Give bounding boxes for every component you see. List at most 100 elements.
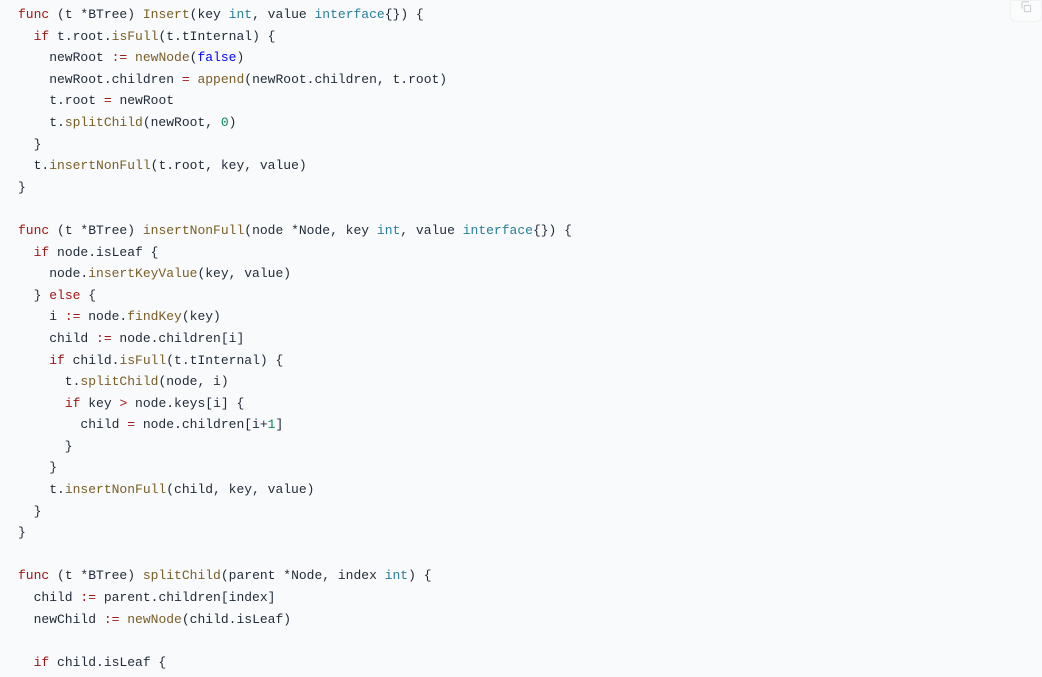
code-token: (child, key, value) [166, 482, 314, 497]
code-token: (key, value) [197, 266, 291, 281]
code-line: newRoot.children = append(newRoot.childr… [18, 72, 447, 87]
code-line: } [18, 504, 41, 519]
code-token: newChild [18, 612, 104, 627]
code-line: t.insertNonFull(child, key, value) [18, 482, 314, 497]
code-token: interface [463, 223, 533, 238]
code-token: (child.isLeaf) [182, 612, 291, 627]
code-line: newRoot := newNode(false) [18, 50, 244, 65]
code-token: node. [80, 309, 127, 324]
code-line: if key > node.keys[i] { [18, 396, 244, 411]
code-token: ) [236, 50, 244, 65]
code-token: Insert [143, 7, 190, 22]
code-line: node.insertKeyValue(key, value) [18, 266, 291, 281]
code-token: t.root [18, 93, 104, 108]
code-token: child [18, 590, 80, 605]
code-line: t.splitChild(newRoot, 0) [18, 115, 236, 130]
code-token [127, 50, 135, 65]
code-token: func [18, 568, 49, 583]
code-line: } [18, 439, 73, 454]
copy-button[interactable] [1010, 0, 1042, 22]
code-line: child := parent.children[index] [18, 590, 275, 605]
code-token: , value [252, 7, 314, 22]
code-token: int [385, 568, 408, 583]
code-line: } [18, 460, 57, 475]
code-token: isFull [119, 353, 166, 368]
code-token: func [18, 223, 49, 238]
code-token: = [104, 93, 112, 108]
code-token: newRoot [18, 50, 112, 65]
code-line: if node.isLeaf { [18, 245, 158, 260]
code-token: node.children[i] [112, 331, 245, 346]
code-token: if [34, 29, 50, 44]
code-token: (t.root, key, value) [151, 158, 307, 173]
code-token: = [127, 417, 135, 432]
code-token: append [197, 72, 244, 87]
code-token: if [65, 396, 81, 411]
code-token: ] [275, 417, 283, 432]
code-token: ) [229, 115, 237, 130]
code-token: splitChild [80, 374, 158, 389]
code-token: findKey [127, 309, 182, 324]
code-token: node. [18, 266, 88, 281]
code-token: (newRoot.children, t.root) [244, 72, 447, 87]
code-token: child [18, 417, 127, 432]
code-token: (parent *Node, index [221, 568, 385, 583]
code-token: } [18, 504, 41, 519]
code-token: if [34, 245, 50, 260]
code-token: { [80, 288, 96, 303]
code-token: {}) { [533, 223, 572, 238]
code-block[interactable]: func (t *BTree) Insert(key int, value in… [0, 0, 1042, 677]
code-token: {}) { [385, 7, 424, 22]
code-token: , value [400, 223, 462, 238]
code-line: t.root = newRoot [18, 93, 174, 108]
code-token: insertNonFull [65, 482, 166, 497]
code-token: = [182, 72, 190, 87]
code-token: (key) [182, 309, 221, 324]
code-token: } [18, 439, 73, 454]
code-token [18, 353, 49, 368]
code-token: insertNonFull [143, 223, 244, 238]
code-token: newRoot.children [18, 72, 182, 87]
code-token: node.children[i+ [135, 417, 268, 432]
code-token: if [49, 353, 65, 368]
code-token: (t *BTree) [49, 7, 143, 22]
code-token: newNode [135, 50, 190, 65]
code-token: int [229, 7, 252, 22]
code-line: } [18, 180, 26, 195]
code-token: node.isLeaf { [49, 245, 158, 260]
code-token: (node *Node, key [244, 223, 377, 238]
code-line: child = node.children[i+1] [18, 417, 283, 432]
code-token: newNode [127, 612, 182, 627]
code-token: else [49, 288, 80, 303]
code-line: if t.root.isFull(t.tInternal) { [18, 29, 275, 44]
code-token: false [197, 50, 236, 65]
code-token: insertKeyValue [88, 266, 197, 281]
code-token: ) { [408, 568, 431, 583]
code-line: i := node.findKey(key) [18, 309, 221, 324]
code-token [18, 29, 34, 44]
code-line: t.insertNonFull(t.root, key, value) [18, 158, 307, 173]
code-line: } [18, 525, 26, 540]
code-token: newRoot [112, 93, 174, 108]
code-token: t.root. [49, 29, 111, 44]
code-token: (t *BTree) [49, 568, 143, 583]
code-token: } [18, 288, 49, 303]
code-token [18, 245, 34, 260]
code-token: (t *BTree) [49, 223, 143, 238]
code-line: } [18, 137, 41, 152]
code-token: } [18, 525, 26, 540]
code-token: interface [315, 7, 385, 22]
code-token: key [80, 396, 119, 411]
code-token: i [18, 309, 65, 324]
code-token: func [18, 7, 49, 22]
code-token: (node, i) [158, 374, 228, 389]
code-line: newChild := newNode(child.isLeaf) [18, 612, 291, 627]
code-line: func (t *BTree) splitChild(parent *Node,… [18, 568, 432, 583]
code-token [18, 396, 65, 411]
code-token: (t.tInternal) { [166, 353, 283, 368]
code-token: t. [18, 115, 65, 130]
code-token: child [18, 331, 96, 346]
code-line: } else { [18, 288, 96, 303]
code-token: t. [18, 374, 80, 389]
code-token: node.keys[i] { [127, 396, 244, 411]
